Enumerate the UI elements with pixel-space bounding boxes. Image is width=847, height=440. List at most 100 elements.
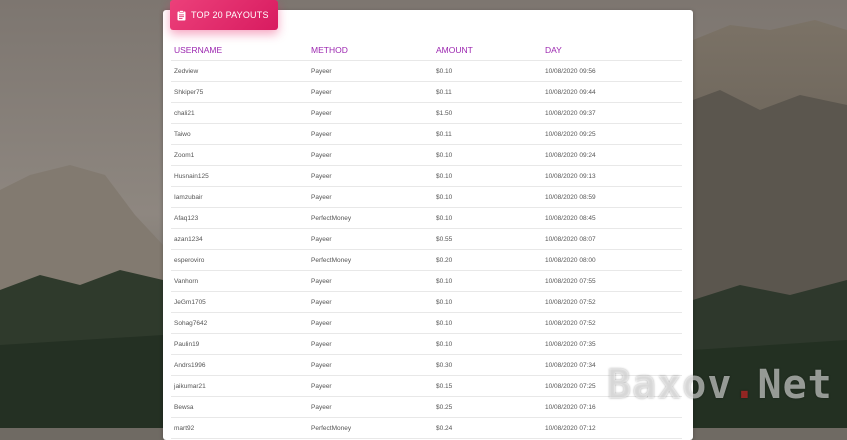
cell-day: 10/08/2020 09:44 (542, 81, 682, 103)
cell-method: Payeer (308, 270, 433, 292)
cell-amount: $0.20 (433, 249, 542, 271)
cell-method: Payeer (308, 60, 433, 82)
cell-amount: $0.10 (433, 291, 542, 313)
table-row: Taiwo Payeer $0.11 10/08/2020 09:25 (171, 123, 682, 145)
column-header-method: METHOD (308, 40, 433, 61)
cell-day: 10/08/2020 07:52 (542, 312, 682, 334)
cell-method: Payeer (308, 165, 433, 187)
table-header-row: USERNAME METHOD AMOUNT DAY (171, 40, 682, 61)
cell-method: Payeer (308, 312, 433, 334)
cell-username: Afaq123 (171, 207, 308, 229)
cell-method: Payeer (308, 333, 433, 355)
watermark-logo: Baxov.Net (607, 362, 833, 408)
cell-day: 10/08/2020 07:35 (542, 333, 682, 355)
cell-method: Payeer (308, 186, 433, 208)
cell-username: Bewsa (171, 396, 308, 418)
cell-amount: $1.50 (433, 102, 542, 124)
cell-method: Payeer (308, 228, 433, 250)
cell-day: 10/08/2020 07:52 (542, 291, 682, 313)
cell-username: Zedview (171, 60, 308, 82)
table-row: Bewsa Payeer $0.25 10/08/2020 07:16 (171, 396, 682, 418)
cell-username: Husnain125 (171, 165, 308, 187)
cell-username: Andrs1996 (171, 354, 308, 376)
table-row: Shkiper75 Payeer $0.11 10/08/2020 09:44 (171, 81, 682, 103)
cell-day: 10/08/2020 07:55 (542, 270, 682, 292)
table-row: Iamzubair Payeer $0.10 10/08/2020 08:59 (171, 186, 682, 208)
cell-username: Shkiper75 (171, 81, 308, 103)
cell-username: jaikumar21 (171, 375, 308, 397)
cell-amount: $0.25 (433, 396, 542, 418)
cell-day: 10/08/2020 09:13 (542, 165, 682, 187)
cell-amount: $0.55 (433, 228, 542, 250)
payouts-table: USERNAME METHOD AMOUNT DAY Zedview Payeer… (171, 40, 682, 439)
cell-day: 10/08/2020 09:25 (542, 123, 682, 145)
cell-method: PerfectMoney (308, 249, 433, 271)
cell-username: Sohag7642 (171, 312, 308, 334)
cell-amount: $0.10 (433, 333, 542, 355)
table-row: azan1234 Payeer $0.55 10/08/2020 08:07 (171, 228, 682, 250)
table-row: Zoom1 Payeer $0.10 10/08/2020 09:24 (171, 144, 682, 166)
cell-amount: $0.10 (433, 186, 542, 208)
cell-username: Iamzubair (171, 186, 308, 208)
table-row: Husnain125 Payeer $0.10 10/08/2020 09:13 (171, 165, 682, 187)
cell-method: Payeer (308, 81, 433, 103)
table-row: jaikumar21 Payeer $0.15 10/08/2020 07:25 (171, 375, 682, 397)
cell-day: 10/08/2020 08:00 (542, 249, 682, 271)
cell-day: 10/08/2020 09:37 (542, 102, 682, 124)
card-header: TOP 20 PAYOUTS (170, 0, 278, 30)
card-title: TOP 20 PAYOUTS (191, 10, 269, 20)
table-row: Zedview Payeer $0.10 10/08/2020 09:56 (171, 60, 682, 82)
table-row: chali21 Payeer $1.50 10/08/2020 09:37 (171, 102, 682, 124)
cell-amount: $0.11 (433, 81, 542, 103)
cell-amount: $0.15 (433, 375, 542, 397)
table-row: Paulin19 Payeer $0.10 10/08/2020 07:35 (171, 333, 682, 355)
cell-method: Payeer (308, 102, 433, 124)
cell-amount: $0.30 (433, 354, 542, 376)
cell-method: Payeer (308, 291, 433, 313)
watermark-dot: . (732, 362, 758, 408)
cell-username: azan1234 (171, 228, 308, 250)
table-row: JeGm1705 Payeer $0.10 10/08/2020 07:52 (171, 291, 682, 313)
cell-amount: $0.24 (433, 417, 542, 439)
cell-amount: $0.10 (433, 144, 542, 166)
cell-method: Payeer (308, 144, 433, 166)
cell-username: chali21 (171, 102, 308, 124)
watermark-text-right: Net (757, 362, 833, 408)
table-row: Vanhorn Payeer $0.10 10/08/2020 07:55 (171, 270, 682, 292)
cell-username: Paulin19 (171, 333, 308, 355)
table-row: Sohag7642 Payeer $0.10 10/08/2020 07:52 (171, 312, 682, 334)
cell-amount: $0.11 (433, 123, 542, 145)
cell-method: Payeer (308, 396, 433, 418)
cell-username: Taiwo (171, 123, 308, 145)
cell-day: 10/08/2020 09:56 (542, 60, 682, 82)
cell-method: PerfectMoney (308, 207, 433, 229)
cell-day: 10/08/2020 07:12 (542, 417, 682, 439)
cell-amount: $0.10 (433, 207, 542, 229)
clipboard-icon (177, 9, 186, 20)
cell-username: esperoviro (171, 249, 308, 271)
cell-day: 10/08/2020 08:59 (542, 186, 682, 208)
cell-day: 10/08/2020 08:07 (542, 228, 682, 250)
cell-day: 10/08/2020 08:45 (542, 207, 682, 229)
cell-amount: $0.10 (433, 270, 542, 292)
table-row: mart92 PerfectMoney $0.24 10/08/2020 07:12 (171, 417, 682, 439)
cell-amount: $0.10 (433, 312, 542, 334)
cell-method: PerfectMoney (308, 417, 433, 439)
cell-username: JeGm1705 (171, 291, 308, 313)
cell-username: mart92 (171, 417, 308, 439)
watermark-text-left: Baxov (607, 362, 733, 408)
column-header-amount: AMOUNT (433, 40, 542, 61)
cell-day: 10/08/2020 09:24 (542, 144, 682, 166)
cell-username: Vanhorn (171, 270, 308, 292)
cell-amount: $0.10 (433, 165, 542, 187)
cell-method: Payeer (308, 354, 433, 376)
table-row: esperoviro PerfectMoney $0.20 10/08/2020 08… (171, 249, 682, 271)
cell-method: Payeer (308, 123, 433, 145)
cell-amount: $0.10 (433, 60, 542, 82)
table-row: Afaq123 PerfectMoney $0.10 10/08/2020 08:45 (171, 207, 682, 229)
table-row: Andrs1996 Payeer $0.30 10/08/2020 07:34 (171, 354, 682, 376)
cell-method: Payeer (308, 375, 433, 397)
cell-username: Zoom1 (171, 144, 308, 166)
column-header-day: DAY (542, 40, 682, 61)
table-body: Zedview Payeer $0.10 10/08/2020 09:56 Shkipe… (171, 60, 682, 439)
